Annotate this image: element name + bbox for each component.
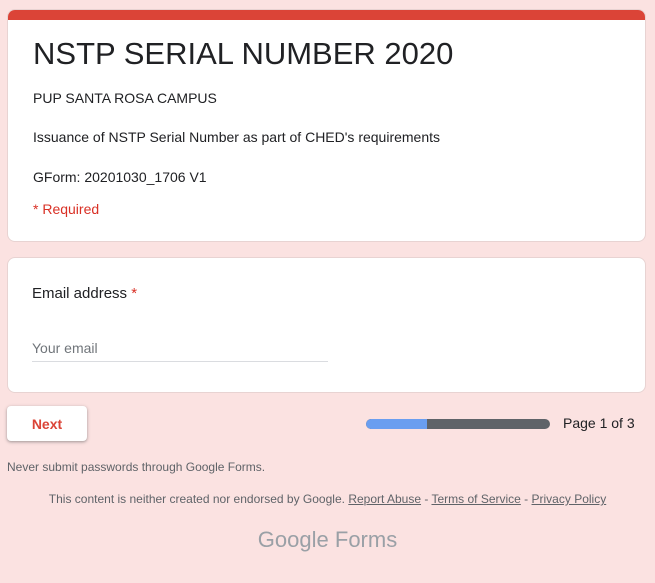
form-description-campus: PUP SANTA ROSA CAMPUS [33, 90, 217, 106]
form-description-version: GForm: 20201030_1706 V1 [33, 169, 207, 185]
required-asterisk: * [131, 285, 138, 302]
privacy-policy-link[interactable]: Privacy Policy [532, 492, 607, 506]
disclaimer-text: This content is neither created nor endo… [48, 492, 345, 506]
terms-of-service-link[interactable]: Terms of Service [431, 492, 520, 506]
footer-separator: - [421, 492, 432, 506]
brand-google-text: Google [257, 527, 329, 552]
form-description-purpose: Issuance of NSTP Serial Number as part o… [33, 129, 441, 145]
required-note: * Required [33, 201, 100, 217]
brand-forms-text: Forms [334, 527, 398, 552]
progress-bar [366, 419, 550, 429]
form-header-card: NSTP SERIAL NUMBER 2020 PUP SANTA ROSA C… [7, 9, 646, 242]
email-question-card: Email address * [7, 257, 646, 393]
email-input[interactable] [32, 335, 328, 362]
google-forms-logo[interactable]: Google Forms [0, 527, 655, 553]
password-warning: Never submit passwords through Google Fo… [7, 460, 266, 474]
email-question-label: Email address * [32, 285, 137, 302]
footer-separator: - [520, 492, 532, 506]
email-question-text: Email address [32, 285, 128, 302]
page-indicator: Page 1 of 3 [563, 415, 635, 431]
form-title: NSTP SERIAL NUMBER 2020 [33, 36, 454, 71]
header-accent-bar [8, 10, 645, 20]
next-button[interactable]: Next [7, 406, 87, 441]
report-abuse-link[interactable]: Report Abuse [348, 492, 421, 506]
footer-disclaimer: This content is neither created nor endo… [0, 492, 655, 506]
progress-bar-fill [366, 419, 427, 429]
